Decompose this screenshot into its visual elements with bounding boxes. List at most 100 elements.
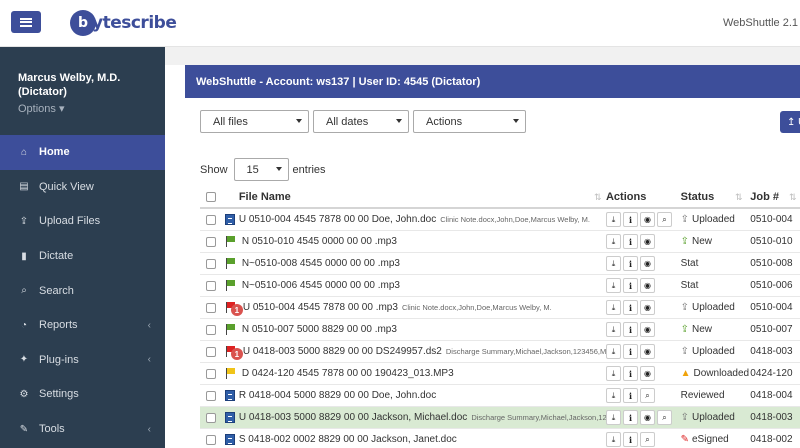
table-row[interactable]: N~0510-006 4545 0000 00 00 .mp3 ⤓ i ◉ Stat 05… bbox=[200, 275, 800, 297]
file-filter-select[interactable]: All files bbox=[200, 110, 309, 133]
sidebar-item-upload-files[interactable]: ⇪ Upload Files bbox=[0, 204, 165, 239]
file-name-cell[interactable]: N 0510-010 4545 0000 00 00 .mp3 bbox=[239, 236, 606, 247]
row-checkbox[interactable] bbox=[205, 346, 216, 357]
table-row[interactable]: U 0510-004 4545 7878 00 00 Doe, John.doc… bbox=[200, 209, 800, 231]
row-checkbox[interactable] bbox=[205, 412, 216, 423]
view-button[interactable]: ◉ bbox=[639, 256, 655, 271]
user-options-dropdown[interactable]: Options ▾ bbox=[18, 102, 165, 115]
download-button[interactable]: ⤓ bbox=[605, 278, 621, 293]
view-button[interactable]: ◉ bbox=[639, 322, 655, 337]
row-checkbox[interactable] bbox=[205, 324, 216, 335]
table-row[interactable]: U 0418-003 5000 8829 00 00 Jackson, Mich… bbox=[200, 407, 800, 429]
sidebar-item-search[interactable]: ⌕ Search bbox=[0, 273, 165, 308]
search-button[interactable]: ⌕ bbox=[639, 432, 655, 447]
download-button[interactable]: ⤓ bbox=[605, 212, 621, 227]
download-button[interactable]: ⤓ bbox=[605, 388, 621, 403]
info-button[interactable]: i bbox=[622, 234, 638, 249]
table-row[interactable]: 1U 0510-004 4545 7878 00 00 .mp3 Clinic N… bbox=[200, 297, 800, 319]
info-button[interactable]: i bbox=[622, 256, 638, 271]
file-name-cell[interactable]: R 0418-004 5000 8829 00 00 Doe, John.doc bbox=[239, 390, 606, 401]
sidebar-item-quick-view[interactable]: ▤ Quick View bbox=[0, 170, 165, 205]
row-checkbox[interactable] bbox=[205, 236, 216, 247]
table-row[interactable]: S 0418-002 0002 8829 00 00 Jackson, Jane… bbox=[200, 429, 800, 448]
view-button[interactable]: ◉ bbox=[639, 344, 655, 359]
sort-icon: ⇅ bbox=[735, 191, 743, 202]
row-checkbox[interactable] bbox=[205, 390, 216, 401]
actions-select[interactable]: Actions bbox=[413, 110, 526, 133]
download-button[interactable]: ⤓ bbox=[605, 344, 621, 359]
row-checkbox[interactable] bbox=[205, 434, 216, 445]
table-row[interactable]: N 0510-010 4545 0000 00 00 .mp3 ⤓ i ◉ ⇪ New 05… bbox=[200, 231, 800, 253]
file-name-cell[interactable]: S 0418-002 0002 8829 00 00 Jackson, Jane… bbox=[239, 434, 606, 445]
view-icon: ◉ bbox=[643, 347, 651, 356]
file-name-cell[interactable]: U 0510-004 4545 7878 00 00 Doe, John.doc… bbox=[239, 214, 606, 225]
row-checkbox[interactable] bbox=[205, 280, 216, 291]
sidebar-item-reports[interactable]: ◔ Reports ‹ bbox=[0, 308, 165, 343]
view-button[interactable]: ◉ bbox=[639, 278, 655, 293]
row-checkbox[interactable] bbox=[205, 302, 216, 313]
info-button[interactable]: i bbox=[622, 300, 638, 315]
search-button[interactable]: ⌕ bbox=[656, 410, 672, 425]
sidebar-item-plug-ins[interactable]: ✦ Plug-ins ‹ bbox=[0, 343, 165, 378]
sidebar-item-label: Search bbox=[39, 284, 74, 297]
file-name-cell[interactable]: D 0424-120 4545 7878 00 00 190423_013.MP… bbox=[239, 368, 606, 379]
download-button[interactable]: ⤓ bbox=[605, 366, 621, 381]
search-button[interactable]: ⌕ bbox=[656, 212, 672, 227]
menu-toggle-button[interactable] bbox=[11, 11, 41, 33]
row-checkbox[interactable] bbox=[205, 258, 216, 269]
info-button[interactable]: i bbox=[622, 278, 638, 293]
user-name: Marcus Welby, M.D. bbox=[18, 72, 121, 84]
download-button[interactable]: ⤓ bbox=[605, 410, 621, 425]
bytescribe-logo[interactable]: b ytescribe bbox=[70, 9, 177, 37]
file-name-cell[interactable]: N~0510-006 4545 0000 00 00 .mp3 bbox=[239, 280, 606, 291]
info-button[interactable]: i bbox=[622, 212, 638, 227]
table-row[interactable]: N 0510-007 5000 8829 00 00 .mp3 ⤓ i ◉ ⇪ New 05… bbox=[200, 319, 800, 341]
search-icon: ⌕ bbox=[645, 434, 650, 444]
sidebar-item-label: Home bbox=[39, 146, 70, 159]
info-button[interactable]: i bbox=[622, 366, 638, 381]
date-filter-select[interactable]: All dates bbox=[313, 110, 409, 133]
download-button[interactable]: ⤓ bbox=[605, 234, 621, 249]
view-button[interactable]: ◉ bbox=[639, 234, 655, 249]
sidebar-item-tools[interactable]: ✎ Tools ‹ bbox=[0, 412, 165, 447]
row-checkbox[interactable] bbox=[205, 368, 216, 379]
sidebar-item-settings[interactable]: ⚙ Settings bbox=[0, 377, 165, 412]
job-number: 0418-003 bbox=[750, 346, 793, 357]
file-name-cell[interactable]: N 0510-007 5000 8829 00 00 .mp3 bbox=[239, 324, 606, 335]
column-header-file-name[interactable]: File Name bbox=[239, 191, 606, 203]
file-name-cell[interactable]: U 0418-003 5000 8829 00 00 Jackson, Mich… bbox=[239, 412, 606, 423]
download-button[interactable]: ⤓ bbox=[605, 432, 621, 447]
info-button[interactable]: i bbox=[622, 410, 638, 425]
file-name-cell[interactable]: N~0510-008 4545 0000 00 00 .mp3 bbox=[239, 258, 606, 269]
file-details: Discharge Summary,Michael,Jackson,123456… bbox=[445, 347, 606, 356]
view-button[interactable]: ◉ bbox=[639, 366, 655, 381]
entries-per-page-select[interactable]: 15 bbox=[233, 158, 289, 181]
row-checkbox-cell bbox=[200, 302, 222, 313]
upload-button[interactable]: ↥ U bbox=[780, 111, 800, 133]
row-checkbox-cell bbox=[200, 280, 222, 291]
job-number: 0510-008 bbox=[750, 258, 793, 269]
view-button[interactable]: ◉ bbox=[639, 410, 655, 425]
select-all-checkbox[interactable] bbox=[205, 192, 216, 202]
file-name-cell[interactable]: U 0418-003 5000 8829 00 00 DS249957.ds2 D… bbox=[239, 346, 606, 357]
view-button[interactable]: ◉ bbox=[639, 212, 655, 227]
download-button[interactable]: ⤓ bbox=[605, 256, 621, 271]
file-name-cell[interactable]: U 0510-004 4545 7878 00 00 .mp3 Clinic No… bbox=[239, 302, 606, 313]
sidebar-item-home[interactable]: ⌂ Home bbox=[0, 135, 165, 170]
green-flag-icon bbox=[225, 280, 236, 291]
table-row[interactable]: N~0510-008 4545 0000 00 00 .mp3 ⤓ i ◉ Stat 05… bbox=[200, 253, 800, 275]
view-button[interactable]: ◉ bbox=[639, 300, 655, 315]
download-button[interactable]: ⤓ bbox=[605, 300, 621, 315]
info-button[interactable]: i bbox=[622, 388, 638, 403]
table-row[interactable]: D 0424-120 4545 7878 00 00 190423_013.MP… bbox=[200, 363, 800, 385]
download-button[interactable]: ⤓ bbox=[605, 322, 621, 337]
table-row[interactable]: R 0418-004 5000 8829 00 00 Doe, John.doc… bbox=[200, 385, 800, 407]
table-row[interactable]: 1U 0418-003 5000 8829 00 00 DS249957.ds2… bbox=[200, 341, 800, 363]
info-button[interactable]: i bbox=[622, 322, 638, 337]
info-button[interactable]: i bbox=[622, 344, 638, 359]
info-button[interactable]: i bbox=[622, 432, 638, 447]
sidebar-item-dictate[interactable]: ▮ Dictate bbox=[0, 239, 165, 274]
row-checkbox[interactable] bbox=[205, 214, 216, 225]
search-button[interactable]: ⌕ bbox=[639, 388, 655, 403]
actions-cell: ⤓ i ⌕ bbox=[605, 432, 681, 447]
